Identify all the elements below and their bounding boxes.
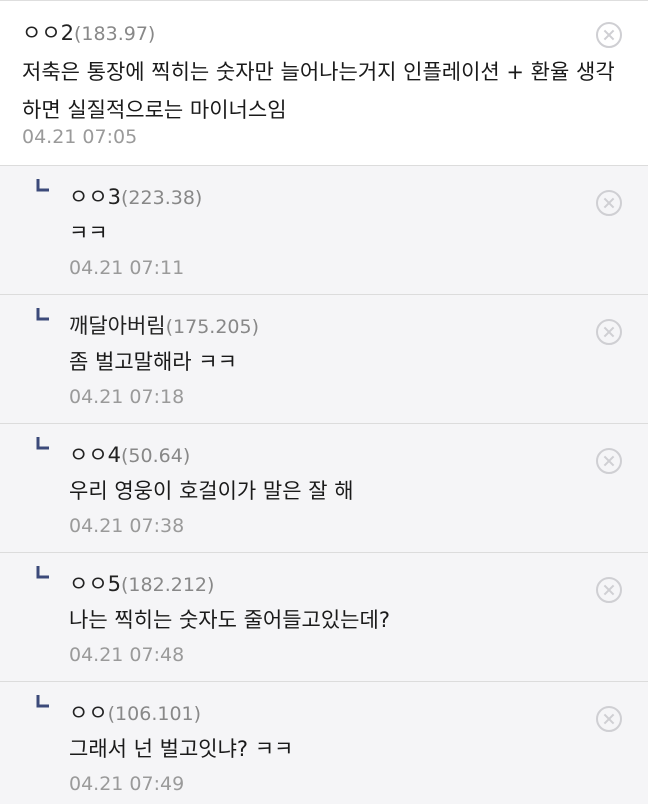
- comment-item: ㅇㅇ2(183.97) 저축은 통장에 찍히는 숫자만 늘어나는거지 인플레이션…: [0, 1, 648, 166]
- reply-author[interactable]: 깨달아버림(175.205): [69, 310, 259, 340]
- close-circle-icon[interactable]: [596, 319, 622, 345]
- comment-timestamp: 04.21 07:05: [22, 126, 138, 148]
- close-circle-icon[interactable]: [596, 190, 622, 216]
- reply-author[interactable]: ㅇㅇ3(223.38): [69, 181, 202, 211]
- author-nickname: ㅇㅇ3: [69, 185, 122, 209]
- reply-timestamp: 04.21 07:48: [69, 644, 185, 666]
- comment-list: ㅇㅇ2(183.97) 저축은 통장에 찍히는 숫자만 늘어나는거지 인플레이션…: [0, 0, 648, 804]
- reply-item: ㅇㅇ(106.101) 그래서 넌 벌고잇냐? ㅋㅋ 04.21 07:49: [0, 682, 648, 804]
- reply-arrow-icon: [36, 437, 49, 450]
- author-nickname: ㅇㅇ2: [22, 21, 75, 45]
- reply-arrow-icon: [36, 566, 49, 579]
- author-ip: (182.212): [121, 574, 215, 596]
- reply-text: 나는 찍히는 숫자도 줄어들고있는데?: [69, 608, 390, 632]
- author-ip: (106.101): [107, 703, 202, 725]
- close-circle-icon[interactable]: [596, 448, 622, 474]
- author-ip: (223.38): [121, 187, 203, 209]
- reply-text: 그래서 넌 벌고잇냐? ㅋㅋ: [69, 737, 294, 761]
- reply-timestamp: 04.21 07:18: [69, 386, 185, 408]
- reply-text: ㅋㅋ: [69, 221, 108, 245]
- reply-text: 우리 영웅이 호걸이가 말은 잘 해: [69, 479, 354, 503]
- reply-arrow-icon: [36, 308, 49, 321]
- reply-timestamp: 04.21 07:38: [69, 515, 185, 537]
- author-ip: (175.205): [165, 316, 260, 338]
- reply-arrow-icon: [36, 179, 49, 192]
- close-circle-icon[interactable]: [596, 22, 622, 48]
- author-nickname: ㅇㅇ: [69, 701, 108, 725]
- reply-item: ㅇㅇ3(223.38) ㅋㅋ 04.21 07:11: [0, 166, 648, 295]
- close-circle-icon[interactable]: [596, 577, 622, 603]
- comment-text: 저축은 통장에 찍히는 숫자만 늘어나는거지 인플레이션 + 환율 생각하면 실…: [22, 60, 615, 122]
- author-ip: (50.64): [121, 445, 191, 467]
- reply-item: ㅇㅇ5(182.212) 나는 찍히는 숫자도 줄어들고있는데? 04.21 0…: [0, 553, 648, 682]
- author-ip: (183.97): [74, 23, 156, 45]
- reply-timestamp: 04.21 07:11: [69, 257, 185, 279]
- author-nickname: ㅇㅇ4: [69, 443, 122, 467]
- author-nickname: ㅇㅇ5: [69, 572, 122, 596]
- comment-author[interactable]: ㅇㅇ2(183.97): [22, 17, 155, 47]
- reply-item: ㅇㅇ4(50.64) 우리 영웅이 호걸이가 말은 잘 해 04.21 07:3…: [0, 424, 648, 553]
- reply-author[interactable]: ㅇㅇ(106.101): [69, 697, 201, 727]
- reply-arrow-icon: [36, 695, 49, 708]
- author-nickname: 깨달아버림: [69, 314, 166, 338]
- reply-author[interactable]: ㅇㅇ4(50.64): [69, 439, 190, 469]
- reply-text: 좀 벌고말해라 ㅋㅋ: [69, 350, 237, 374]
- close-circle-icon[interactable]: [596, 706, 622, 732]
- reply-item: 깨달아버림(175.205) 좀 벌고말해라 ㅋㅋ 04.21 07:18: [0, 295, 648, 424]
- reply-timestamp: 04.21 07:49: [69, 773, 185, 795]
- reply-author[interactable]: ㅇㅇ5(182.212): [69, 568, 214, 598]
